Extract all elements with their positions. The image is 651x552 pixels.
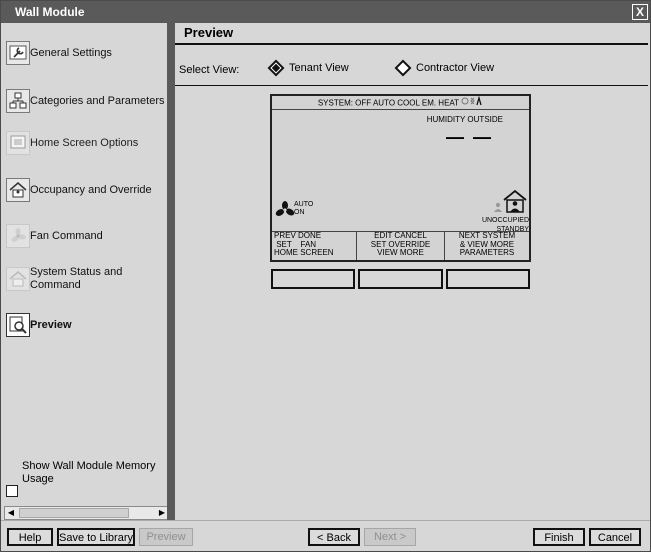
memory-usage-label: Show Wall Module Memory Usage — [22, 460, 156, 485]
scroll-left-arrow-icon[interactable]: ◀ — [5, 507, 17, 519]
radio-selected-icon — [267, 59, 285, 77]
preview-magnifier-icon — [6, 313, 30, 337]
page-title: Preview — [184, 25, 234, 40]
device-softkey-center-button[interactable] — [358, 269, 443, 289]
sidebar-item-general-settings[interactable]: General Settings — [4, 33, 167, 73]
sidebar-item-label: System Status and Command — [30, 266, 123, 291]
home-screen-icon — [6, 131, 30, 155]
sidebar-item-label: General Settings — [30, 46, 112, 59]
finish-button[interactable]: Finish — [533, 528, 585, 546]
sidebar-item-label: Preview — [30, 318, 72, 331]
softkey-label-left: PREV DONE SET FAN HOME SCREEN — [272, 231, 356, 260]
system-indicator-icon — [461, 95, 483, 111]
fan-icon — [275, 200, 295, 223]
sidebar-item-label: Occupancy and Override — [30, 183, 152, 196]
system-status-line: SYSTEM: OFF AUTO COOL EM. HEAT — [272, 95, 529, 111]
occupancy-house-icon — [6, 178, 30, 202]
hierarchy-icon — [6, 89, 30, 113]
help-button[interactable]: Help — [7, 528, 53, 546]
next-button[interactable]: Next > — [364, 528, 416, 546]
device-softkey-right-button[interactable] — [446, 269, 530, 289]
memory-usage-checkbox[interactable] — [6, 485, 18, 497]
sidebar-item-label: Categories and Parameters — [30, 94, 165, 107]
view-divider — [175, 85, 648, 86]
sidebar-item-label: Fan Command — [30, 229, 103, 242]
wizard-button-bar: Help Save to Library Preview < Back Next… — [1, 520, 650, 551]
sidebar-item-fan-command[interactable]: Fan Command — [4, 216, 167, 256]
sidebar-item-system-status-and-command[interactable]: System Status and Command — [4, 259, 167, 299]
sidebar-item-preview[interactable]: Preview — [4, 305, 167, 345]
sidebar-item-categories-and-parameters[interactable]: Categories and Parameters — [4, 81, 167, 121]
fan-icon — [6, 224, 30, 248]
device-softkey-left-button[interactable] — [271, 269, 355, 289]
sidebar-horizontal-scrollbar[interactable]: ◀ ▶ — [4, 506, 169, 520]
scrollbar-thumb[interactable] — [19, 508, 129, 518]
pane-splitter[interactable] — [167, 23, 175, 520]
humidity-outside-label: HUMIDITY OUTSIDE — [426, 115, 503, 124]
tenant-view-label: Tenant View — [289, 62, 349, 74]
humidity-value: — — — [446, 127, 494, 147]
system-status-icon — [6, 267, 30, 291]
sidebar-item-label: Home Screen Options — [30, 136, 139, 149]
fan-mode-text: AUTO ON — [294, 201, 314, 216]
softkey-label-center: EDIT CANCEL SET OVERRIDE VIEW MORE — [356, 231, 444, 260]
sidebar-item-occupancy-and-override[interactable]: Occupancy and Override — [4, 170, 167, 210]
preview-button[interactable]: Preview — [139, 528, 193, 546]
close-button[interactable]: X — [632, 4, 648, 20]
main-panel: Preview Select View: Tenant View Contrac… — [175, 23, 648, 520]
contractor-view-label: Contractor View — [416, 62, 495, 74]
save-to-library-button[interactable]: Save to Library — [57, 528, 135, 546]
window-title: Wall Module — [15, 5, 85, 19]
sidebar-item-home-screen-options[interactable]: Home Screen Options — [4, 123, 167, 163]
thermostat-display: SYSTEM: OFF AUTO COOL EM. HEAT HUMIDITY … — [270, 94, 531, 262]
select-view-label: Select View: — [179, 64, 240, 76]
contractor-view-radio[interactable]: Contractor View — [394, 59, 495, 77]
softkey-label-right: NEXT SYSTEM & VIEW MORE PARAMETERS — [444, 231, 529, 260]
wall-module-window: Wall Module X General Settings Categorie… — [0, 0, 651, 552]
title-divider — [175, 43, 648, 45]
window-title-bar: Wall Module — [1, 1, 650, 23]
settings-wrench-icon — [6, 41, 30, 65]
cancel-button[interactable]: Cancel — [589, 528, 641, 546]
radio-unselected-icon — [394, 59, 412, 77]
sidebar: General Settings Categories and Paramete… — [4, 23, 167, 506]
back-button[interactable]: < Back — [308, 528, 360, 546]
occupancy-house-icon — [494, 189, 528, 216]
tenant-view-radio[interactable]: Tenant View — [267, 59, 349, 77]
